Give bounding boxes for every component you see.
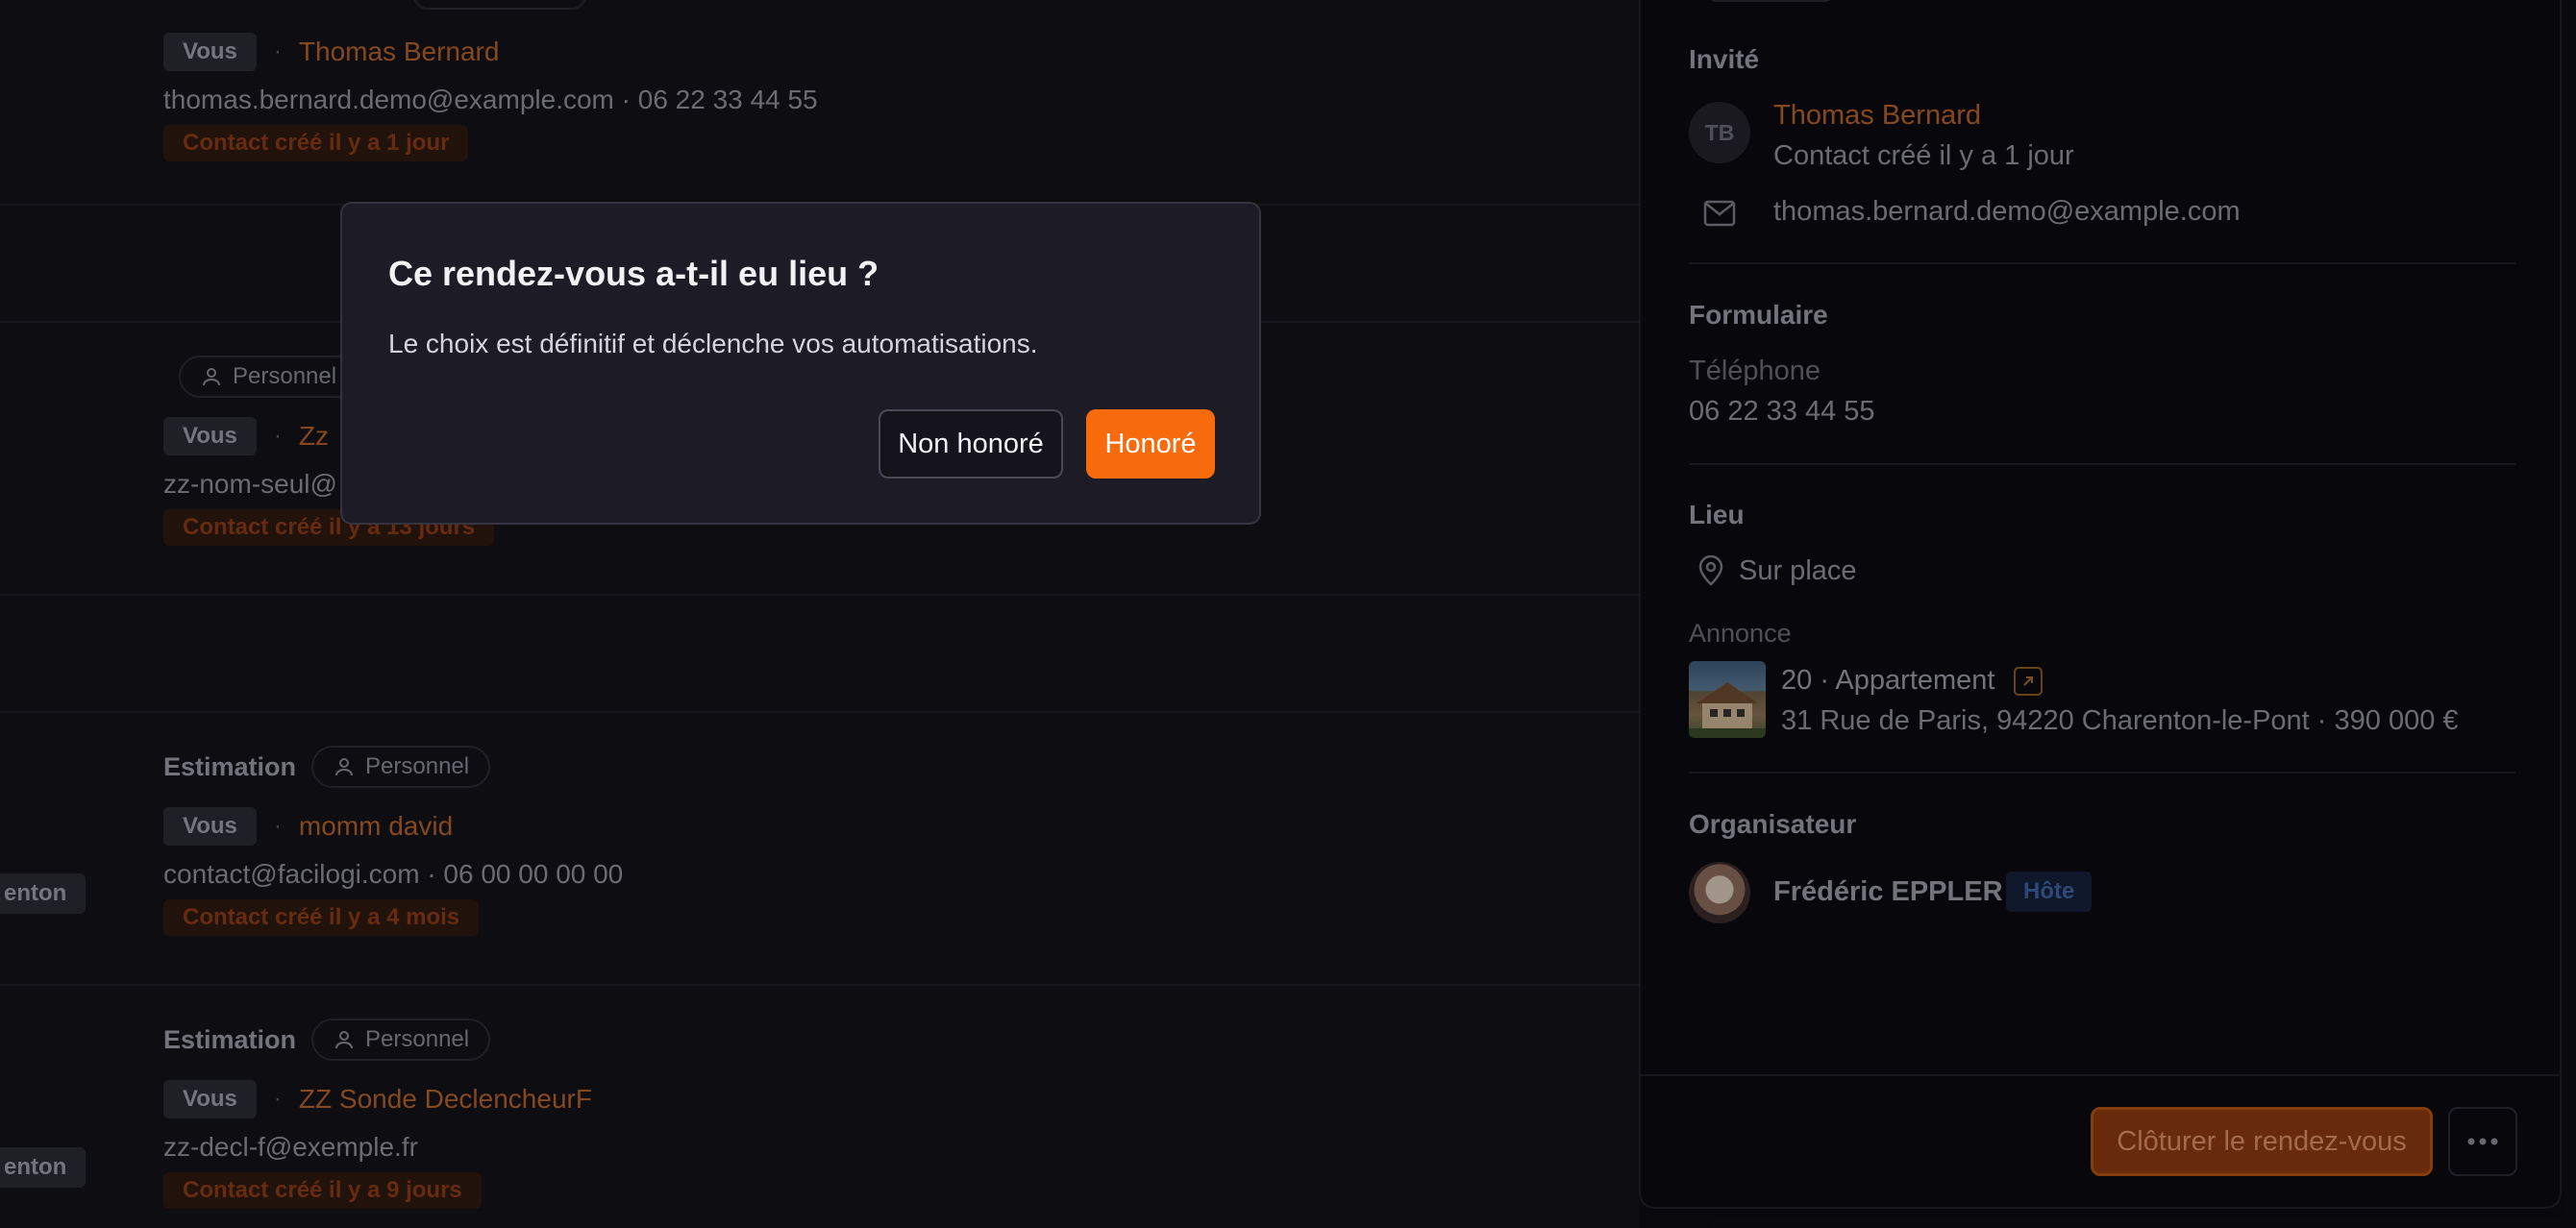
not-honored-button[interactable]: Non honoré	[879, 409, 1063, 479]
attendance-dialog: Ce rendez-vous a-t-il eu lieu ? Le choix…	[340, 202, 1261, 525]
dialog-description: Le choix est définitif et déclenche vos …	[388, 329, 1038, 358]
dialog-title: Ce rendez-vous a-t-il eu lieu ?	[388, 254, 879, 293]
honored-button[interactable]: Honoré	[1086, 409, 1215, 479]
modal-overlay[interactable]	[0, 0, 2576, 1228]
